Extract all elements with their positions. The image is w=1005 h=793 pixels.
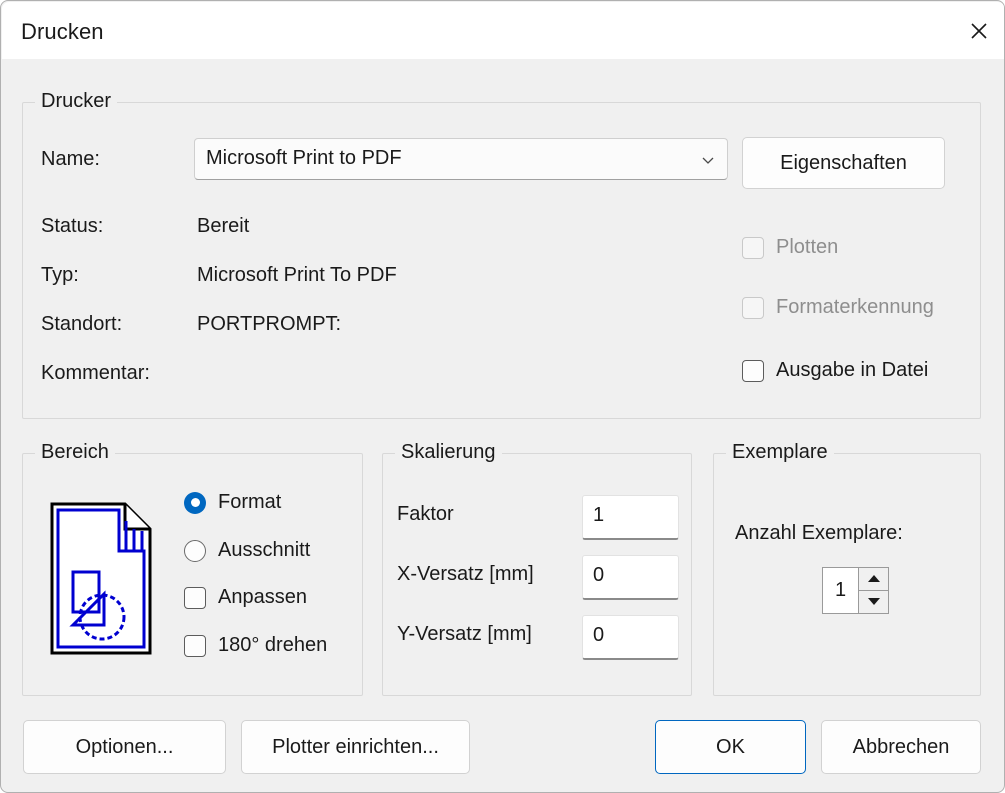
printer-select-value: Microsoft Print to PDF [206,147,402,169]
copies-group-legend: Exemplare [726,441,834,464]
plotter-setup-button[interactable]: Plotter einrichten... [241,720,470,774]
radio-circle-icon [184,491,206,514]
x-offset-input-value: 0 [593,564,605,586]
page-preview-icon [49,501,153,656]
checkbox-plotten[interactable]: Plotten [742,236,838,259]
checkbox-box-icon [184,586,206,609]
radio-circle-icon [184,539,206,562]
type-value: Microsoft Print To PDF [197,264,397,286]
x-offset-input[interactable]: 0 [582,555,679,600]
printer-select[interactable]: Microsoft Print to PDF [194,138,728,180]
options-button[interactable]: Optionen... [23,720,226,774]
checkbox-box-icon [742,236,764,259]
factor-input-value: 1 [593,504,605,526]
triangle-down-icon [867,593,881,611]
checkbox-ausgabe-in-datei[interactable]: Ausgabe in Datei [742,359,928,382]
title-bar: Drucken [2,2,1004,59]
location-label: Standort: [41,313,123,335]
status-value: Bereit [197,215,250,237]
scaling-group-legend: Skalierung [395,441,502,464]
checkbox-anpassen[interactable]: Anpassen [184,586,307,609]
copies-increment-button[interactable] [859,568,888,591]
checkbox-label: Plotten [776,236,839,258]
y-offset-input[interactable]: 0 [582,615,679,660]
factor-label: Faktor [397,503,454,525]
cancel-button[interactable]: Abbrechen [821,720,981,774]
copies-count-label: Anzahl Exemplare: [735,522,903,544]
radio-label: Ausschnitt [218,539,311,561]
y-offset-input-value: 0 [593,624,605,646]
radio-ausschnitt[interactable]: Ausschnitt [184,539,310,562]
radio-label: Format [218,491,282,513]
x-offset-label: X-Versatz [mm] [397,563,534,585]
checkbox-label: Formaterkennung [776,296,934,318]
checkbox-label: Anpassen [218,586,307,608]
checkbox-box-icon [184,634,206,657]
print-dialog: Drucken Drucker Name: Microsoft Print to… [0,0,1005,793]
copies-stepper-buttons [858,567,889,614]
properties-button[interactable]: Eigenschaften [742,137,945,189]
copies-stepper[interactable]: 1 [822,567,889,614]
comment-label: Kommentar: [41,362,150,384]
radio-format[interactable]: Format [184,491,281,514]
y-offset-label: Y-Versatz [mm] [397,623,532,645]
ok-button[interactable]: OK [655,720,806,774]
copies-decrement-button[interactable] [859,591,888,613]
status-label: Status: [41,215,104,237]
close-icon [967,19,991,43]
page-title: Drucken [21,19,104,44]
copies-input-value[interactable]: 1 [822,567,858,614]
factor-input[interactable]: 1 [582,495,679,540]
type-label: Typ: [41,264,79,286]
printer-name-label: Name: [41,148,100,170]
checkbox-formaterkennung[interactable]: Formaterkennung [742,296,934,319]
checkbox-label: 180° drehen [218,634,328,656]
checkbox-box-icon [742,359,764,382]
chevron-down-icon [700,152,716,168]
triangle-up-icon [867,570,881,588]
range-group-legend: Bereich [35,441,115,464]
close-button[interactable] [953,2,1004,59]
checkbox-label: Ausgabe in Datei [776,359,929,381]
location-value: PORTPROMPT: [197,313,342,335]
checkbox-box-icon [742,296,764,319]
printer-group-legend: Drucker [35,90,118,113]
checkbox-180-drehen[interactable]: 180° drehen [184,634,327,657]
